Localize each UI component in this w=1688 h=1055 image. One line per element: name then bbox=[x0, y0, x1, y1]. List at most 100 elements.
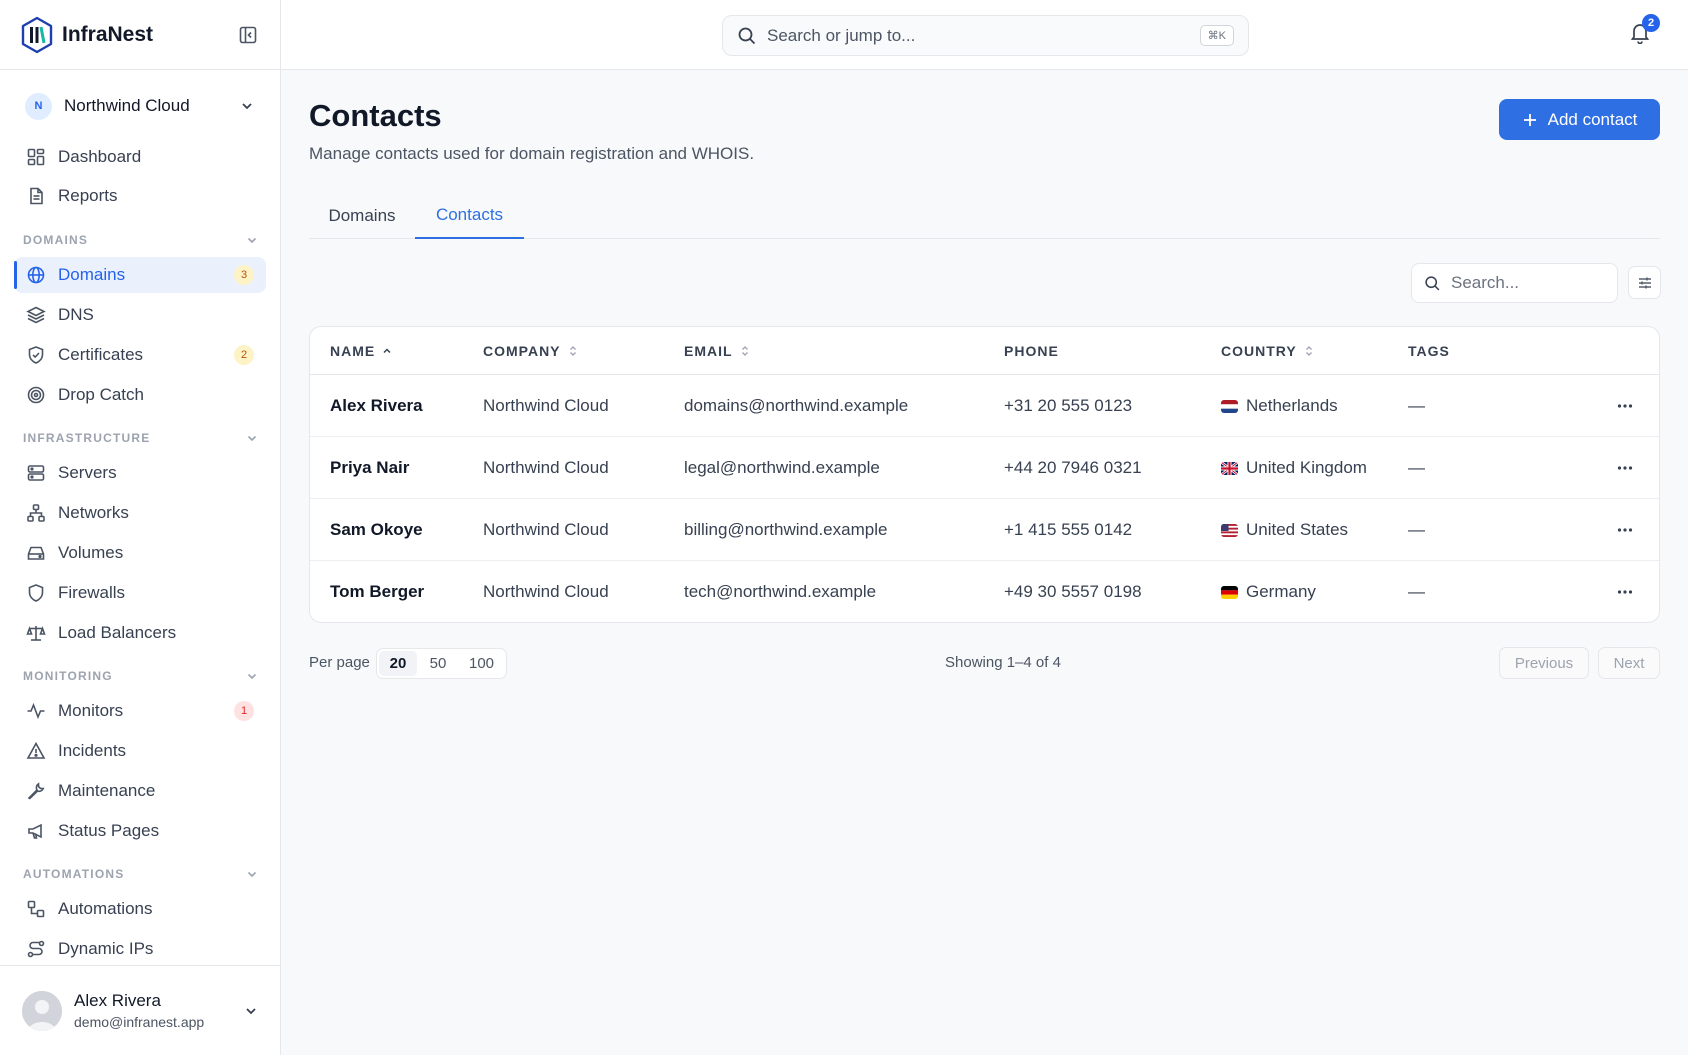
dashboard-icon bbox=[27, 148, 45, 166]
per-page-option-20[interactable]: 20 bbox=[379, 651, 417, 676]
add-contact-label: Add contact bbox=[1547, 109, 1638, 129]
route-icon bbox=[27, 940, 45, 958]
table-row[interactable]: Alex Rivera Northwind Cloud domains@nort… bbox=[310, 375, 1659, 437]
chevron-down-icon bbox=[247, 237, 257, 244]
column-header-company[interactable]: COMPANY bbox=[483, 327, 578, 375]
germany-flag-icon bbox=[1221, 585, 1238, 599]
contact-email: tech@northwind.example bbox=[684, 582, 877, 601]
previous-page-button[interactable]: Previous bbox=[1499, 647, 1589, 679]
wrench-icon bbox=[27, 782, 45, 800]
filter-button[interactable] bbox=[1628, 266, 1661, 299]
per-page-option-100[interactable]: 100 bbox=[459, 651, 504, 676]
sidebar-item-volumes[interactable]: Volumes bbox=[14, 535, 266, 571]
sidebar-item-label: Networks bbox=[58, 503, 129, 522]
sidebar-item-reports[interactable]: Reports bbox=[14, 178, 266, 214]
sidebar-item-status-pages[interactable]: Status Pages bbox=[14, 813, 266, 849]
column-header-country[interactable]: COUNTRY bbox=[1221, 327, 1314, 375]
sidebar: InfraNest N Northwind Cloud Dashboard Re… bbox=[0, 0, 281, 1055]
table-row[interactable]: Priya Nair Northwind Cloud legal@northwi… bbox=[310, 437, 1659, 499]
per-page-label: Per page bbox=[309, 654, 370, 671]
contact-company: Northwind Cloud bbox=[483, 582, 609, 601]
chevron-down-icon bbox=[247, 435, 257, 442]
row-actions-button[interactable] bbox=[1615, 458, 1635, 478]
sidebar-item-servers[interactable]: Servers bbox=[14, 455, 266, 491]
topbar: Search or jump to... ⌘K 2 bbox=[281, 0, 1688, 70]
sidebar-item-networks[interactable]: Networks bbox=[14, 495, 266, 531]
org-name: Northwind Cloud bbox=[64, 96, 190, 115]
row-actions-button[interactable] bbox=[1615, 520, 1635, 540]
contact-name: Tom Berger bbox=[330, 582, 425, 601]
chevron-down-icon bbox=[243, 1003, 259, 1019]
search-icon bbox=[738, 27, 756, 44]
next-page-button[interactable]: Next bbox=[1598, 647, 1660, 679]
user-menu[interactable]: Alex Rivera demo@infranest.app bbox=[0, 965, 281, 1055]
sliders-icon bbox=[1638, 277, 1651, 288]
sidebar-item-load-balancers[interactable]: Load Balancers bbox=[14, 615, 266, 651]
table-row[interactable]: Tom Berger Northwind Cloud tech@northwin… bbox=[310, 561, 1659, 622]
table-search-input[interactable]: Search... bbox=[1411, 263, 1618, 303]
server-icon bbox=[27, 465, 45, 481]
sort-icon bbox=[741, 346, 748, 356]
more-horizontal-icon bbox=[1617, 590, 1633, 594]
contact-tags: — bbox=[1408, 520, 1425, 539]
sidebar-item-firewalls[interactable]: Firewalls bbox=[14, 575, 266, 611]
contact-name: Sam Okoye bbox=[330, 520, 423, 539]
sidebar-item-automations[interactable]: Automations bbox=[14, 891, 266, 927]
alert-triangle-icon bbox=[26, 741, 46, 759]
sidebar-item-label: Maintenance bbox=[58, 781, 156, 800]
shortcut-hint: ⌘K bbox=[1199, 25, 1234, 46]
tab-domains[interactable]: Domains bbox=[309, 193, 415, 239]
pagination-summary: Showing 1–4 of 4 bbox=[945, 654, 1061, 671]
contact-country: Germany bbox=[1221, 561, 1316, 622]
table-row[interactable]: Sam Okoye Northwind Cloud billing@northw… bbox=[310, 499, 1659, 561]
contact-name: Alex Rivera bbox=[330, 396, 423, 415]
sidebar-item-dynamic-ips[interactable]: Dynamic IPs bbox=[14, 931, 266, 967]
sort-ascending-icon bbox=[383, 348, 391, 354]
tab-contacts[interactable]: Contacts bbox=[415, 193, 524, 239]
user-email: demo@infranest.app bbox=[74, 1014, 205, 1030]
sidebar-item-dns[interactable]: DNS bbox=[14, 297, 266, 333]
row-actions-button[interactable] bbox=[1615, 582, 1635, 602]
page-subtitle: Manage contacts used for domain registra… bbox=[309, 144, 755, 163]
sidebar-item-label: Domains bbox=[58, 265, 126, 284]
avatar bbox=[22, 990, 62, 1031]
sidebar-item-label: Status Pages bbox=[58, 821, 160, 840]
sidebar-item-drop-catch[interactable]: Drop Catch bbox=[14, 377, 266, 413]
section-monitoring[interactable]: MONITORING bbox=[23, 666, 259, 686]
per-page-option-50[interactable]: 50 bbox=[417, 651, 459, 676]
contact-phone: +49 30 5557 0198 bbox=[1004, 582, 1142, 601]
section-domains[interactable]: DOMAINS bbox=[23, 230, 259, 250]
chevron-down-icon bbox=[239, 98, 255, 114]
column-header-name[interactable]: NAME bbox=[330, 327, 392, 375]
sidebar-item-domains[interactable]: Domains 3 bbox=[14, 257, 266, 293]
more-horizontal-icon bbox=[1617, 466, 1633, 470]
shield-check-icon bbox=[28, 346, 44, 364]
collapse-sidebar-icon[interactable] bbox=[236, 23, 260, 47]
app-name: InfraNest bbox=[62, 22, 154, 46]
global-search-input[interactable]: Search or jump to... ⌘K bbox=[722, 15, 1249, 56]
add-contact-button[interactable]: Add contact bbox=[1499, 99, 1660, 140]
sidebar-item-certificates[interactable]: Certificates 2 bbox=[14, 337, 266, 373]
globe-icon bbox=[27, 266, 45, 284]
section-automations[interactable]: AUTOMATIONS bbox=[23, 864, 259, 884]
org-avatar: N bbox=[25, 92, 52, 120]
column-header-email[interactable]: EMAIL bbox=[684, 327, 750, 375]
brand: InfraNest bbox=[0, 0, 280, 70]
org-switcher[interactable]: N Northwind Cloud bbox=[0, 70, 280, 142]
sidebar-item-label: DNS bbox=[58, 305, 94, 324]
notifications-button[interactable]: 2 bbox=[1630, 14, 1660, 44]
netherlands-flag-icon bbox=[1221, 399, 1238, 413]
search-placeholder: Search... bbox=[1451, 273, 1520, 292]
section-infrastructure[interactable]: INFRASTRUCTURE bbox=[23, 428, 259, 448]
sidebar-item-incidents[interactable]: Incidents bbox=[14, 733, 266, 769]
sidebar-item-dashboard[interactable]: Dashboard bbox=[14, 139, 266, 175]
chevron-down-icon bbox=[247, 673, 257, 680]
sort-icon bbox=[569, 346, 576, 356]
contacts-table: NAME COMPANY EMAIL PHONE COUNTRY TAGS Al… bbox=[309, 326, 1660, 623]
united-kingdom-flag-icon bbox=[1221, 461, 1238, 475]
sidebar-item-maintenance[interactable]: Maintenance bbox=[14, 773, 266, 809]
sidebar-item-monitors[interactable]: Monitors 1 bbox=[14, 693, 266, 729]
tab-bar: Domains Contacts bbox=[309, 193, 1660, 239]
sidebar-item-label: Reports bbox=[58, 186, 118, 205]
row-actions-button[interactable] bbox=[1615, 396, 1635, 416]
